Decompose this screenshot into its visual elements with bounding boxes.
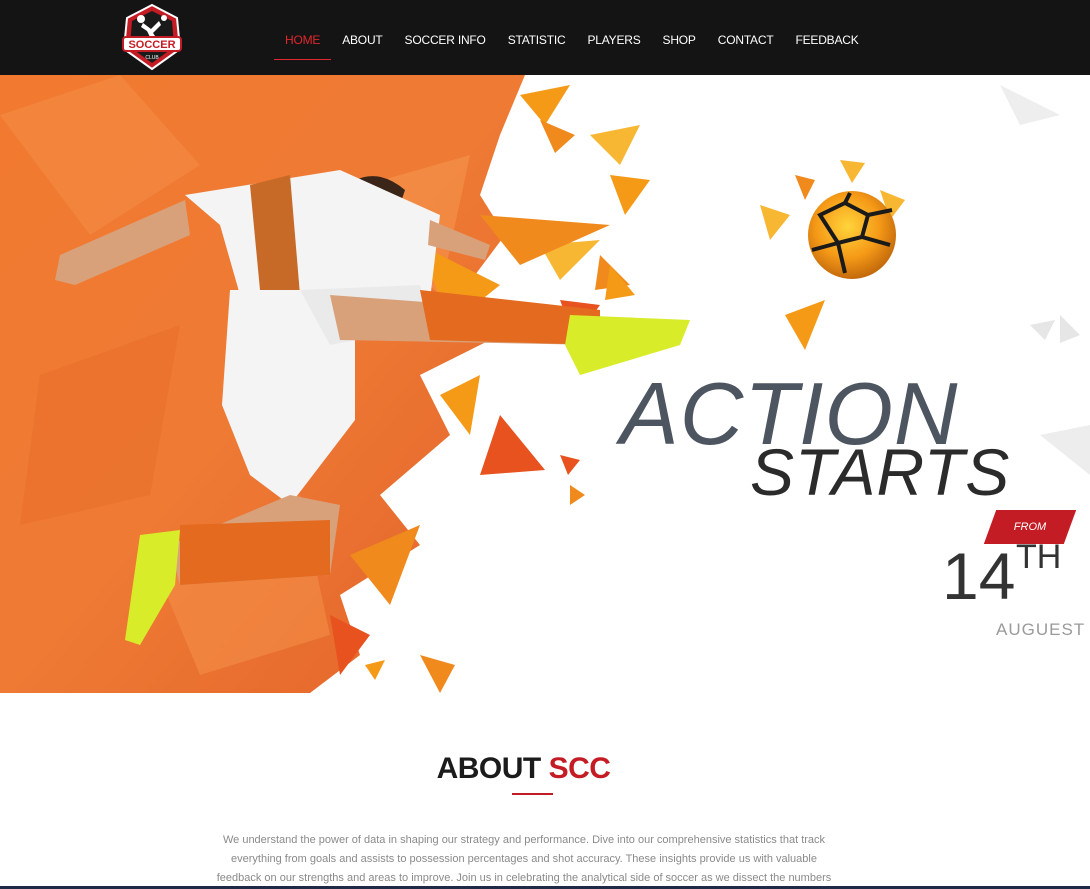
about-title-underline bbox=[512, 793, 553, 795]
nav-item: FEEDBACK bbox=[784, 0, 869, 75]
nav-link-feedback[interactable]: FEEDBACK bbox=[784, 0, 869, 75]
event-date-day: 14 bbox=[942, 539, 1016, 613]
nav-item: SOCCER INFO bbox=[394, 0, 497, 75]
hero-banner: ACTION STARTS FROM 14 TH AUGUEST , bbox=[0, 75, 1090, 693]
nav-item: HOME bbox=[274, 0, 332, 75]
about-title-accent: SCC bbox=[548, 752, 611, 785]
nav-item: CONTACT bbox=[707, 0, 785, 75]
logo-text: SOCCER bbox=[128, 39, 175, 51]
nav-item: ABOUT bbox=[331, 0, 393, 75]
nav-link-contact[interactable]: CONTACT bbox=[707, 0, 785, 75]
about-title-main: ABOUT bbox=[436, 752, 542, 785]
nav-link-home[interactable]: HOME bbox=[274, 0, 332, 75]
soccer-club-logo[interactable]: SOCCER CLUB bbox=[117, 3, 187, 71]
nav-link-about[interactable]: ABOUT bbox=[331, 0, 393, 75]
nav-link-shop[interactable]: SHOP bbox=[652, 0, 707, 75]
logo-subtext: CLUB bbox=[145, 55, 159, 61]
about-section-title: ABOUT SCC bbox=[0, 752, 1047, 786]
nav-link-players[interactable]: PLAYERS bbox=[576, 0, 651, 75]
nav-item: SHOP bbox=[652, 0, 707, 75]
event-date-suffix: TH bbox=[1016, 538, 1062, 576]
nav-link-statistic[interactable]: STATISTIC bbox=[497, 0, 577, 75]
about-description: We understand the power of data in shapi… bbox=[216, 834, 832, 884]
main-nav: HOME ABOUT SOCCER INFO STATISTIC PLAYERS SHOP… bbox=[274, 0, 870, 75]
event-date-month: AUGUEST , bbox=[996, 620, 1090, 639]
nav-item: PLAYERS bbox=[576, 0, 651, 75]
nav-item: STATISTIC bbox=[497, 0, 577, 75]
nav-link-soccer-info[interactable]: SOCCER INFO bbox=[394, 0, 497, 75]
top-navbar: SOCCER CLUB HOME ABOUT SOCCER INFO STATISTI… bbox=[0, 0, 1090, 75]
hero-headline-starts: STARTS bbox=[750, 435, 1011, 509]
